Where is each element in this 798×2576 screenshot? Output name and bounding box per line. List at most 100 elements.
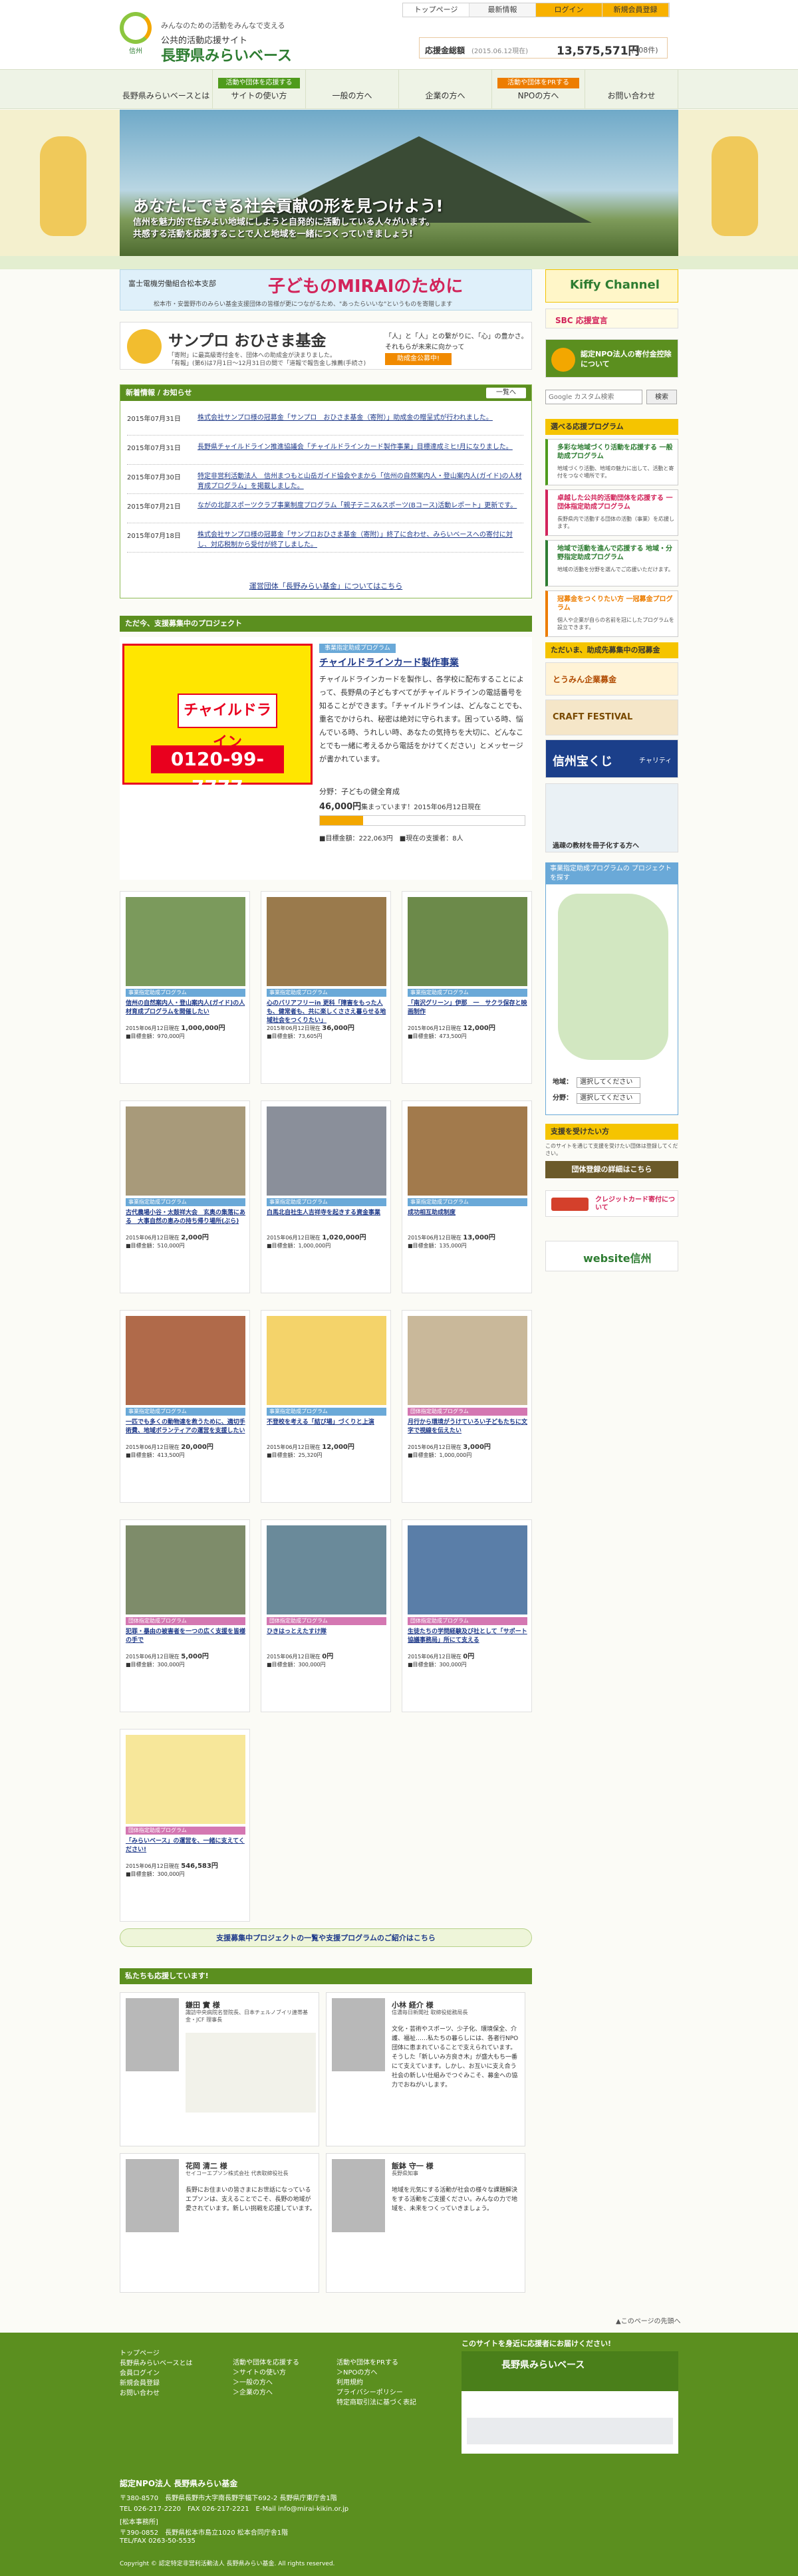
- support-register-button[interactable]: 団体登録の詳細はこちら: [545, 1161, 678, 1178]
- project-photo[interactable]: [126, 897, 245, 986]
- project-card[interactable]: 事業指定助成プログラム 心のバリアフリーin 更科「障害をもった人も、健常者も、共…: [261, 891, 391, 1084]
- search-button[interactable]: 検索: [646, 390, 677, 404]
- nav-contact[interactable]: お問い合わせ: [585, 70, 678, 108]
- project-card[interactable]: 事業指定助成プログラム 白馬北自社生人吉祥寺を起きする資金事業 2015年06月12…: [261, 1100, 391, 1293]
- project-card[interactable]: 団体指定助成プログラム 月行から環境がうけていろい子どもたちに文字で視線を伝えたい…: [402, 1310, 532, 1503]
- program-group[interactable]: 卓越した公共的活動団体を応援する 一団体指定助成プログラム 長野県内で活動する団…: [545, 489, 678, 536]
- project-card[interactable]: 事業指定助成プログラム 成功相互助成制度 2015年06月12日現在 13,000円…: [402, 1100, 532, 1293]
- news-link[interactable]: 特定非営利活動法人 信州まつもと山岳ガイド協会やまから「信州の自然案内人・登山案…: [198, 471, 522, 491]
- area-select-value[interactable]: 選択してください: [577, 1077, 640, 1088]
- news-more-button[interactable]: 一覧へ: [486, 388, 526, 398]
- footer-link[interactable]: ＞サイトの使い方: [233, 2368, 299, 2378]
- project-title[interactable]: 犯罪・暴由の被害者を一つの広く支援を皆様の手で: [126, 1628, 245, 1645]
- nav-company[interactable]: 企業の方へ: [399, 70, 492, 108]
- project-photo[interactable]: [408, 1106, 527, 1196]
- nav-howto[interactable]: 活動や団体を応援する サイトの使い方: [213, 70, 306, 108]
- site-logo[interactable]: 信州: [120, 12, 152, 55]
- featured-title[interactable]: チャイルドラインカード製作事業: [319, 656, 459, 669]
- footer-link[interactable]: 新規会員登録: [120, 2379, 193, 2388]
- footer-link[interactable]: 会員ログイン: [120, 2369, 193, 2379]
- project-title[interactable]: 信州の自然案内人・登山案内人(ガイド)の人材育成プログラムを開催したい: [126, 999, 245, 1017]
- project-title[interactable]: 白馬北自社生人吉祥寺を起きする資金事業: [267, 1209, 386, 1218]
- nav-about[interactable]: 長野県みらいベースとは: [120, 70, 213, 108]
- footer-link[interactable]: お問い合わせ: [120, 2388, 193, 2398]
- sponsor-banner[interactable]: 過疎の教材を冊子化する方へ: [545, 783, 678, 852]
- footer-link[interactable]: 長野県みらいベースとは: [120, 2359, 193, 2369]
- site-title[interactable]: 長野県みらいベース: [161, 44, 292, 65]
- footer-link[interactable]: ＞企業の方へ: [233, 2388, 299, 2398]
- project-card[interactable]: 事業指定助成プログラム 信州の自然案内人・登山案内人(ガイド)の人材育成プログラム…: [120, 891, 250, 1084]
- project-photo[interactable]: [267, 1316, 386, 1405]
- childline-image[interactable]: チャイルドライン 0120-99-7777: [122, 644, 313, 798]
- search-input[interactable]: [545, 390, 642, 404]
- field-select-value[interactable]: 選択してください: [577, 1093, 640, 1104]
- field-select[interactable]: 分野： 選択してください: [553, 1092, 640, 1104]
- project-title[interactable]: 「南沢グリーン」伊那 一 サクラ保存と映画制作: [408, 999, 527, 1017]
- facebook-widget[interactable]: 長野県みらいベース: [462, 2351, 678, 2454]
- topnav-home[interactable]: トップページ: [403, 3, 469, 17]
- all-projects-button[interactable]: 支援募集中プロジェクトの一覧や支援プログラムのご紹介はこちら: [120, 1928, 532, 1947]
- nav-general[interactable]: 一般の方へ: [306, 70, 399, 108]
- project-card[interactable]: 事業指定助成プログラム 「南沢グリーン」伊那 一 サクラ保存と映画制作 2015年0…: [402, 891, 532, 1084]
- card-donation-banner[interactable]: クレジットカード寄付について: [545, 1190, 678, 1217]
- project-photo[interactable]: [267, 897, 386, 986]
- news-link[interactable]: ながの北部スポーツクラブ事業制度プログラム「親子テニス&スポーツ(Bコース)活動…: [198, 501, 522, 511]
- news-link[interactable]: 株式会社サンプロ様の冠募金「サンプロおひさま基金（寄附）」終了に合わせ、みらいベ…: [198, 530, 522, 550]
- project-photo[interactable]: [126, 1106, 245, 1196]
- project-card[interactable]: 団体指定助成プログラム 犯罪・暴由の被害者を一つの広く支援を皆様の手で 2015年0…: [120, 1519, 250, 1712]
- project-photo[interactable]: [408, 1316, 527, 1405]
- area-select[interactable]: 地域： 選択してください: [553, 1076, 640, 1088]
- sponsor-banner[interactable]: とうみん企業募金: [545, 662, 678, 696]
- nav-npo[interactable]: 活動や団体をPRする NPOの方へ: [492, 70, 585, 108]
- website-shinshu-banner[interactable]: website信州: [545, 1241, 678, 1271]
- news-link[interactable]: 長野県チャイルドライン推進協議会「チャイルドラインカード製作事業」目標達成ミヒ!…: [198, 442, 522, 452]
- project-photo[interactable]: [126, 1525, 245, 1614]
- sbc-banner[interactable]: SBC 応援宣言: [545, 309, 678, 328]
- project-photo[interactable]: [408, 1525, 527, 1614]
- footer-link[interactable]: プライバシーポリシー: [336, 2388, 416, 2398]
- footer-link[interactable]: 特定商取引法に基づく表記: [336, 2398, 416, 2408]
- npo-deduction-banner[interactable]: 認定NPO法人の寄付金控除について: [545, 339, 678, 378]
- topnav-login[interactable]: ログイン: [536, 3, 602, 17]
- topnav-news[interactable]: 最新情報: [469, 3, 536, 17]
- project-title[interactable]: 一匹でも多くの動物達を救うために、適切手術費、地域ボランティアの運営を支援したい: [126, 1418, 245, 1436]
- news-footer-link[interactable]: 運営団体「長野みらい基金」についてはこちら: [120, 580, 531, 591]
- project-title[interactable]: 生徒たちの学問経験及び社として「サポート協議事務局」所にて支える: [408, 1628, 527, 1645]
- project-photo[interactable]: [267, 1525, 386, 1614]
- ohisama-button[interactable]: 助成金公募中!: [385, 353, 452, 365]
- footer-link[interactable]: 活動や団体を応援する: [233, 2358, 299, 2368]
- footer-link[interactable]: トップページ: [120, 2349, 193, 2359]
- project-card[interactable]: 事業指定助成プログラム 古代農場小谷・太鼓祥大会 玄奥の集落にある 大事自然の恵み…: [120, 1100, 250, 1293]
- sponsor-banner[interactable]: 信州宝くじ チャリティ: [545, 739, 678, 778]
- project-card[interactable]: 団体指定助成プログラム 「みらいベース」の運営を、一緒に支えてください! 2015年…: [120, 1729, 250, 1922]
- program-area[interactable]: 地域で活動を進んで応援する 地域・分野指定助成プログラム 地域の活動を分野を選ん…: [545, 540, 678, 586]
- kiffy-banner[interactable]: Kiffy Channel: [545, 269, 678, 303]
- project-title[interactable]: 古代農場小谷・太鼓祥大会 玄奥の集落にある 大事自然の恵みの持ち帰り場所(ぶら): [126, 1209, 245, 1226]
- project-title[interactable]: 月行から環境がうけていろい子どもたちに文字で視線を伝えたい: [408, 1418, 527, 1436]
- program-general[interactable]: 多彩な地域づくり活動を応援する 一般助成プログラム 地域づくり活動、地域の魅力に…: [545, 439, 678, 485]
- project-card[interactable]: 事業指定助成プログラム 一匹でも多くの動物達を救うために、適切手術費、地域ボランテ…: [120, 1310, 250, 1503]
- fb-page-name[interactable]: 長野県みらいベース: [501, 2358, 585, 2371]
- footer-link[interactable]: ＞NPOの方へ: [336, 2368, 416, 2378]
- project-card[interactable]: 事業指定助成プログラム 不登校を考える「結び場」づくりと上演 2015年06月12日…: [261, 1310, 391, 1503]
- footer-link[interactable]: ＞一般の方へ: [233, 2378, 299, 2388]
- mirai-banner[interactable]: 富士電機労働組合松本支部 子どものMIRAIのために 松本市・安曇野市のみらい基…: [120, 269, 532, 311]
- news-item[interactable]: 2015年07月18日 株式会社サンプロ様の冠募金「サンプロおひさま基金（寄附）」…: [127, 526, 523, 553]
- footer-link[interactable]: 利用規約: [336, 2378, 416, 2388]
- project-title[interactable]: ひきはっとえたすけ隊: [267, 1628, 386, 1636]
- news-link[interactable]: 株式会社サンプロ様の冠募金「サンプロ おひさま基金（寄附）」助成金の贈呈式が行わ…: [198, 413, 522, 423]
- project-photo[interactable]: [408, 897, 527, 986]
- news-item[interactable]: 2015年07月21日 ながの北部スポーツクラブ事業制度プログラム「親子テニス&ス…: [127, 497, 523, 523]
- back-to-top-link[interactable]: ▲このページの先頭へ: [616, 2315, 681, 2325]
- project-photo[interactable]: [126, 1316, 245, 1405]
- project-photo[interactable]: [126, 1735, 245, 1824]
- ohisama-banner[interactable]: サンプロ おひさま基金 「寄附」に最高級寄付金を、団体への助成金が決まりました。…: [120, 322, 532, 370]
- news-item[interactable]: 2015年07月30日 特定非営利活動法人 信州まつもと山岳ガイド協会やまから「信…: [127, 467, 523, 494]
- footer-link[interactable]: 活動や団体をPRする: [336, 2358, 416, 2368]
- topnav-register[interactable]: 新規会員登録: [602, 3, 669, 17]
- project-title[interactable]: 成功相互助成制度: [408, 1209, 527, 1218]
- project-photo[interactable]: [267, 1106, 386, 1196]
- project-card[interactable]: 団体指定助成プログラム ひきはっとえたすけ隊 2015年06月12日現在 0円 ■目標…: [261, 1519, 391, 1712]
- sponsor-banner[interactable]: CRAFT FESTIVAL: [545, 700, 678, 735]
- program-kanmuri[interactable]: 冠募金をつくりたい方 一冠募金プログラム 個人や企業が自らの名前を冠にしたプログ…: [545, 590, 678, 637]
